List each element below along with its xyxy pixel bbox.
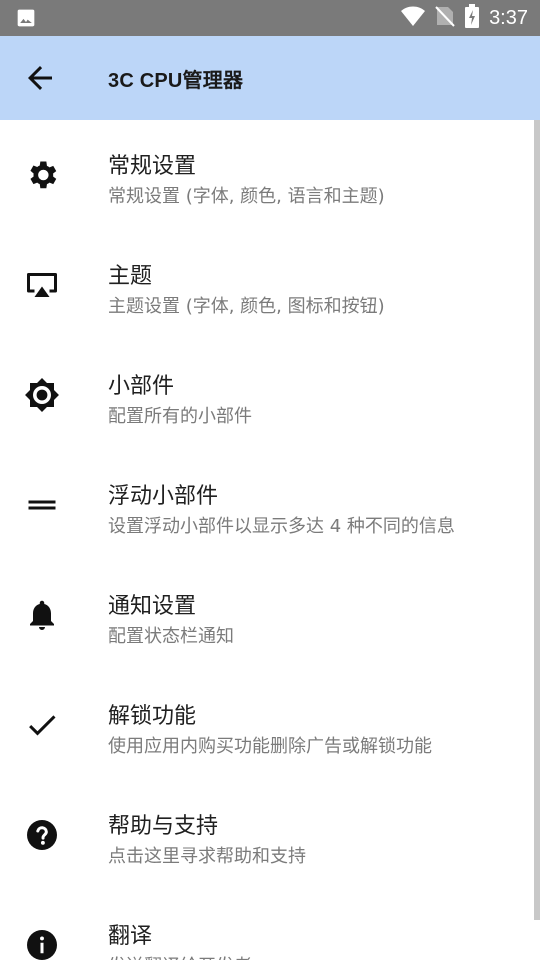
item-subtitle: 设置浮动小部件以显示多达 4 种不同的信息	[108, 516, 455, 537]
status-bar: 3:37	[0, 0, 540, 36]
info-icon	[24, 927, 60, 960]
item-title: 帮助与支持	[108, 814, 219, 839]
arrow-back-icon[interactable]	[22, 60, 58, 96]
item-subtitle: 配置所有的小部件	[108, 406, 252, 427]
bell-icon	[24, 597, 60, 633]
no-sim-icon	[435, 5, 455, 31]
app-bar: 3C CPU管理器	[0, 36, 540, 120]
cast-icon	[24, 267, 60, 303]
wifi-icon	[401, 5, 426, 31]
status-time: 3:37	[489, 6, 528, 29]
scrollbar[interactable]	[534, 120, 540, 920]
item-subtitle: 发送翻译给开发者	[108, 952, 252, 960]
item-title: 常规设置	[108, 154, 197, 179]
page-title: 3C CPU管理器	[108, 70, 244, 92]
item-subtitle: 常规设置 (字体, 颜色, 语言和主题)	[108, 186, 385, 207]
gear-icon	[24, 157, 60, 193]
item-title: 翻译	[108, 924, 153, 949]
item-title: 解锁功能	[108, 704, 197, 729]
list-item-floating-widgets[interactable]: 浮动小部件 设置浮动小部件以显示多达 4 种不同的信息	[0, 450, 530, 560]
item-title: 小部件	[108, 374, 175, 399]
item-title: 浮动小部件	[108, 484, 219, 509]
item-subtitle: 点击这里寻求帮助和支持	[108, 846, 306, 867]
list-item-theme[interactable]: 主题 主题设置 (字体, 颜色, 图标和按钮)	[0, 230, 530, 340]
settings-list: 常规设置 常规设置 (字体, 颜色, 语言和主题) 主题 主题设置 (字体, 颜…	[0, 120, 540, 960]
image-icon	[16, 8, 36, 32]
equals-icon	[24, 487, 60, 523]
item-subtitle: 主题设置 (字体, 颜色, 图标和按钮)	[108, 296, 385, 317]
battery-charging-icon	[465, 4, 480, 32]
item-subtitle: 使用应用内购买功能删除广告或解锁功能	[108, 736, 432, 757]
item-title: 通知设置	[108, 594, 197, 619]
help-icon	[24, 817, 60, 853]
list-item-help[interactable]: 帮助与支持 点击这里寻求帮助和支持	[0, 780, 530, 890]
item-subtitle: 配置状态栏通知	[108, 626, 234, 647]
list-item-widgets[interactable]: 小部件 配置所有的小部件	[0, 340, 530, 450]
brightness-icon	[24, 377, 60, 413]
item-title: 主题	[108, 264, 153, 289]
list-item-notifications[interactable]: 通知设置 配置状态栏通知	[0, 560, 530, 670]
check-icon	[24, 707, 60, 743]
list-item-general[interactable]: 常规设置 常规设置 (字体, 颜色, 语言和主题)	[0, 120, 530, 230]
list-item-translate[interactable]: 翻译 发送翻译给开发者	[0, 890, 530, 960]
list-item-unlock[interactable]: 解锁功能 使用应用内购买功能删除广告或解锁功能	[0, 670, 530, 780]
